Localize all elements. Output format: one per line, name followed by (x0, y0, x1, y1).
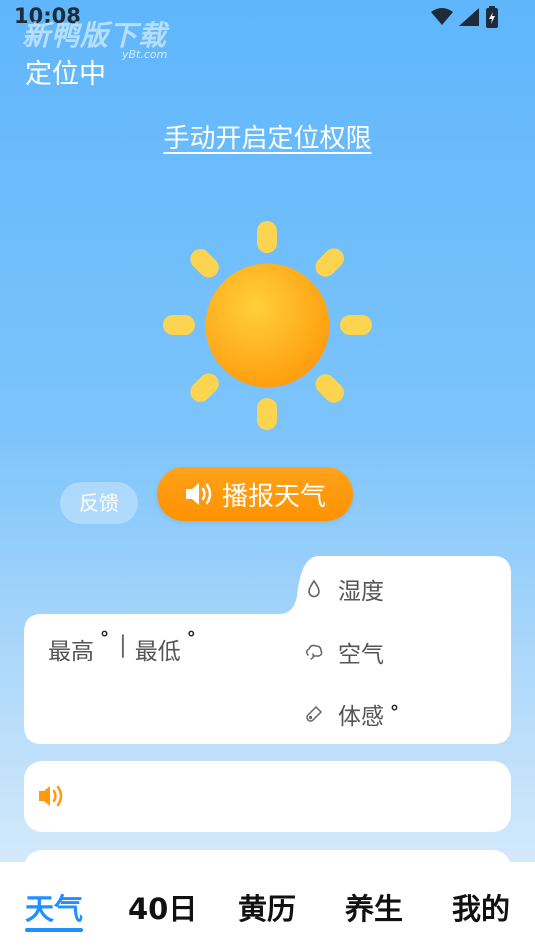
tab-health[interactable]: 养生 (345, 886, 403, 928)
tab-40-day[interactable]: 40日 (128, 886, 197, 928)
tab-almanac[interactable]: 黄历 (238, 886, 296, 928)
feels-like-label: 体感 (338, 704, 384, 730)
speaker-icon (185, 483, 212, 505)
watermark-url: yBt.com (122, 48, 168, 61)
bottom-tab-bar: 天气 40日 黄历 养生 我的 (0, 862, 535, 951)
status-icons (431, 6, 499, 28)
air-label: 空气 (338, 642, 384, 668)
broadcast-weather-button[interactable]: 播报天气 (157, 467, 353, 521)
humidity-label: 湿度 (338, 579, 384, 605)
water-drop-icon (308, 579, 320, 598)
feels-like-row: 体感 ° (304, 697, 399, 731)
speaker-icon (39, 785, 63, 807)
high-label: 最高 (48, 639, 94, 665)
location-title: 定位中 (25, 59, 106, 90)
tab-weather[interactable]: 天气 (25, 886, 83, 928)
low-label: 最低 (134, 639, 181, 665)
broadcast-label: 播报天气 (221, 481, 326, 512)
high-low-temperature: 最高 ° | 最低 ° (48, 628, 196, 666)
air-row: 空气 (304, 635, 384, 669)
enable-location-link[interactable]: 手动开启定位权限 (0, 118, 535, 155)
active-tab-indicator (25, 928, 83, 932)
sunny-weather-icon (163, 221, 372, 430)
high-degree: ° (100, 628, 109, 649)
air-wind-icon (305, 644, 323, 660)
feels-like-degree: ° (390, 701, 399, 723)
humidity-row: 湿度 (304, 572, 384, 606)
thermometer-icon (306, 705, 323, 722)
feedback-button[interactable]: 反馈 (60, 482, 138, 524)
battery-icon (486, 6, 498, 28)
tab-mine[interactable]: 我的 (452, 886, 510, 928)
wifi-icon (431, 8, 453, 25)
temp-separator: | (119, 632, 127, 658)
low-degree: ° (186, 628, 196, 649)
signal-icon (459, 8, 479, 26)
voice-broadcast-card[interactable] (24, 761, 511, 832)
